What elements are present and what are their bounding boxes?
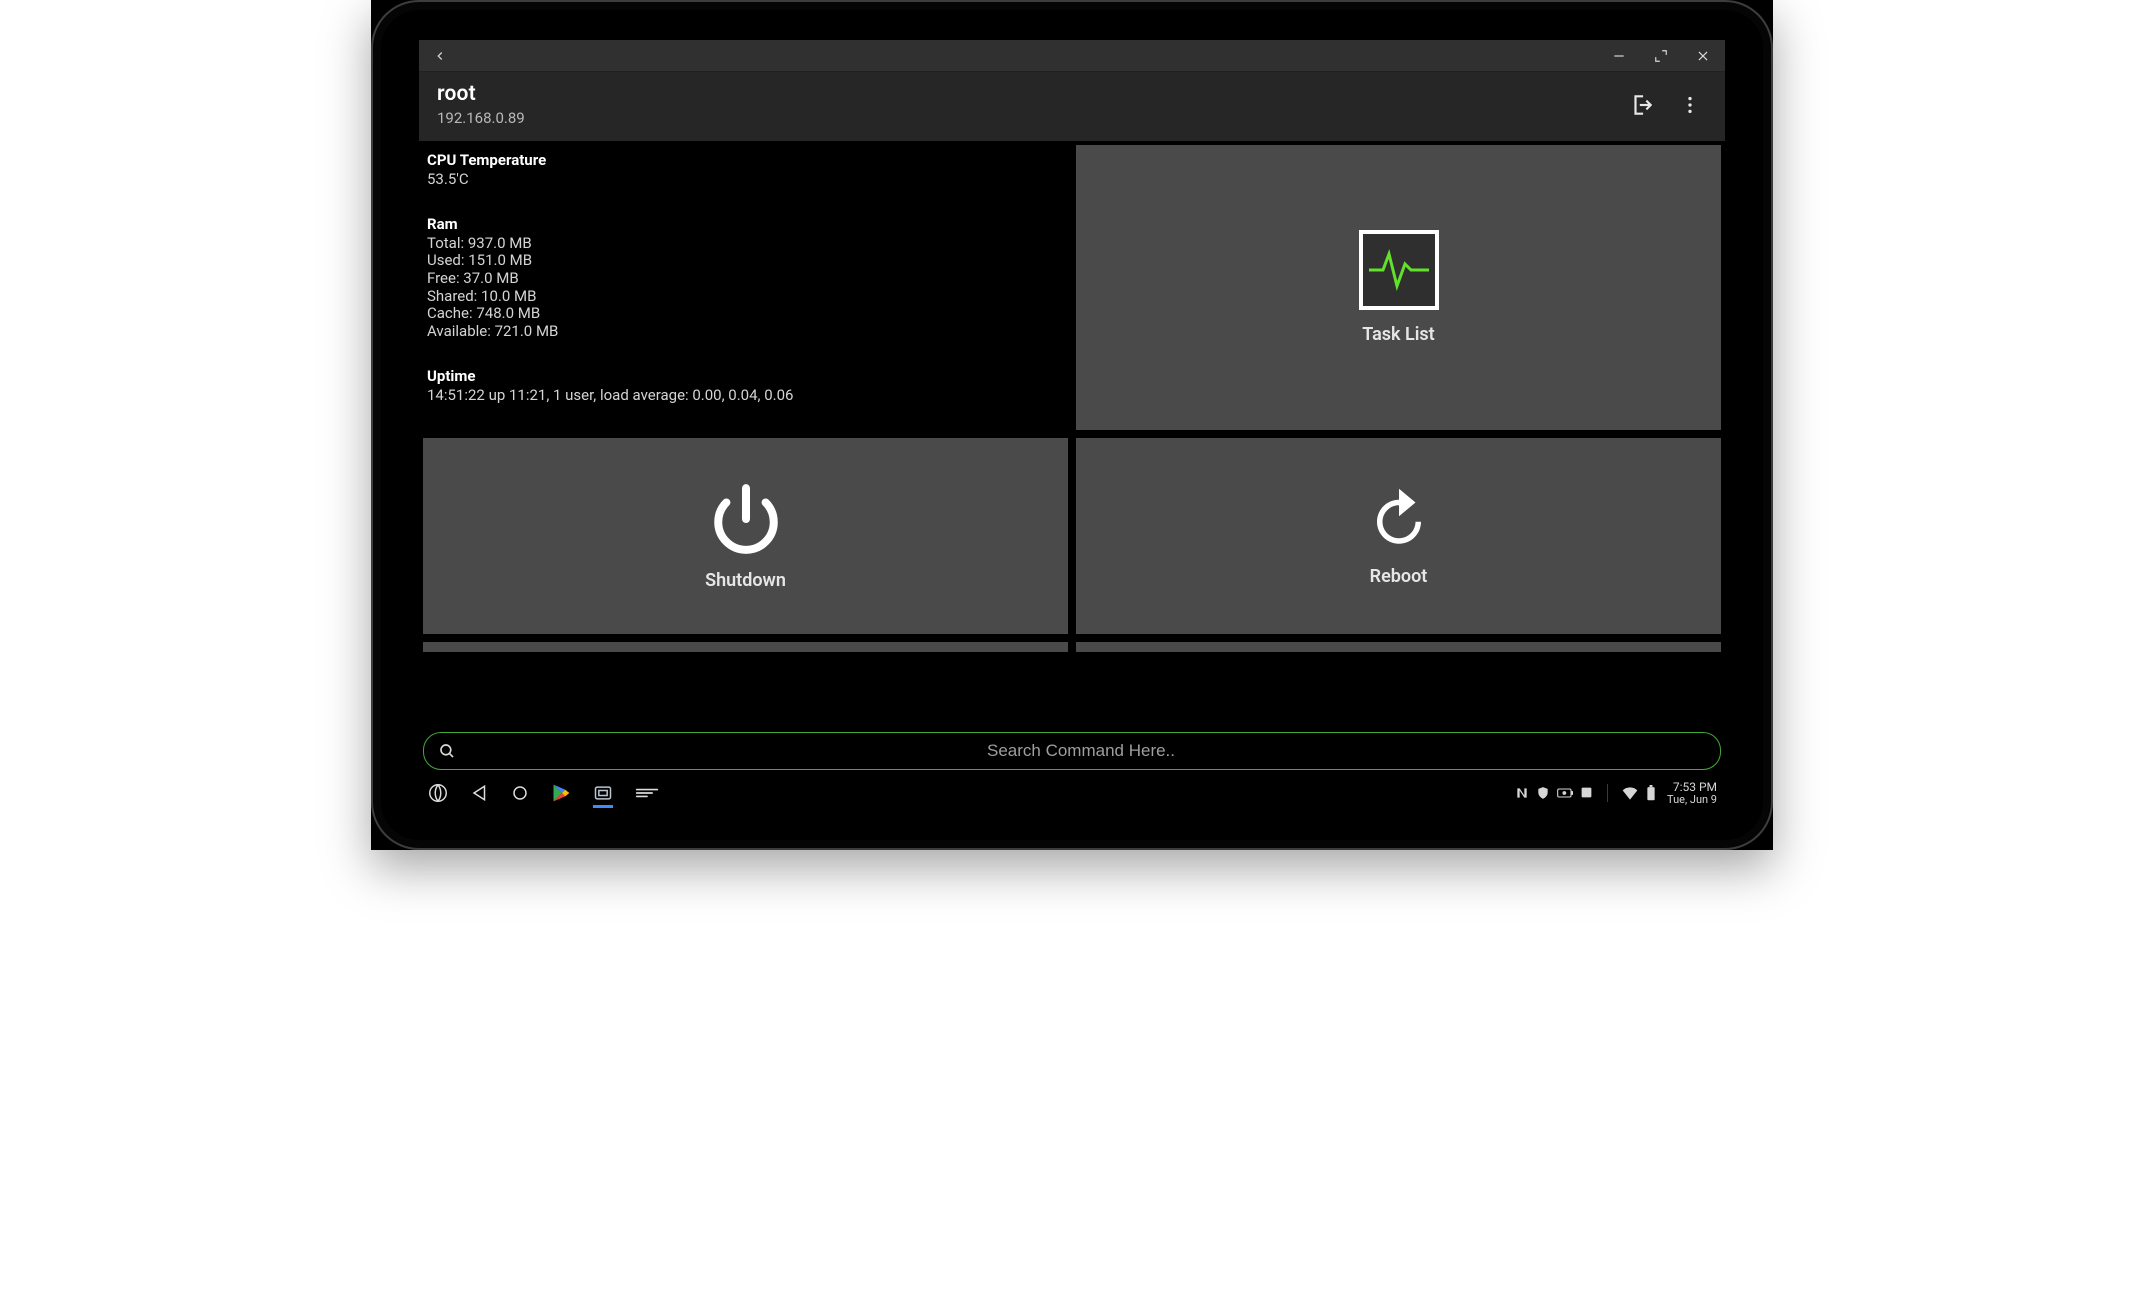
reboot-label: Reboot (1370, 566, 1428, 587)
play-store-app[interactable] (551, 783, 571, 803)
back-button[interactable] (429, 41, 451, 71)
uptime-heading: Uptime (427, 367, 1064, 385)
maximize-icon (1654, 49, 1668, 63)
system-taskbar: 7:53 PM Tue, Jun 9 (419, 776, 1725, 810)
main-content: CPU Temperature 53.5'C Ram Total: 937.0 … (419, 141, 1725, 724)
tray-separator (1607, 784, 1608, 802)
cpu-temp-value: 53.5'C (427, 171, 1064, 189)
launcher-button[interactable] (427, 782, 449, 804)
task-list-tile[interactable]: Task List (1076, 145, 1721, 430)
recents-button[interactable] (635, 785, 659, 801)
ram-total: Total: 937.0 MB (427, 235, 1064, 253)
task-list-label: Task List (1362, 324, 1434, 345)
power-icon (709, 482, 783, 556)
system-info-panel: CPU Temperature 53.5'C Ram Total: 937.0 … (423, 145, 1068, 430)
logout-button[interactable] (1623, 86, 1661, 124)
status-icons[interactable] (1622, 785, 1657, 801)
battery-icon (1645, 785, 1657, 801)
shutdown-label: Shutdown (705, 570, 786, 591)
reboot-icon (1366, 486, 1432, 552)
clock[interactable]: 7:53 PM Tue, Jun 9 (1667, 781, 1717, 805)
ram-shared: Shared: 10.0 MB (427, 288, 1064, 306)
minimize-icon (1612, 49, 1626, 63)
maximize-button[interactable] (1645, 41, 1677, 71)
logout-icon (1629, 92, 1655, 118)
clock-time: 7:53 PM (1673, 781, 1717, 794)
tray-n-icon (1515, 786, 1529, 800)
tray-battery-saver-icon (1557, 787, 1573, 799)
uptime-value: 14:51:22 up 11:21, 1 user, load average:… (427, 387, 1064, 405)
window-titlebar (419, 40, 1725, 72)
launcher-icon (427, 782, 449, 804)
more-menu-button[interactable] (1673, 88, 1707, 122)
more-vertical-icon (1679, 94, 1701, 116)
tray-app-icon (1580, 786, 1593, 799)
play-store-icon (551, 783, 571, 803)
terminal-app-icon (593, 783, 613, 803)
reboot-tile[interactable]: Reboot (1076, 438, 1721, 634)
ram-heading: Ram (427, 215, 1064, 233)
wifi-icon (1622, 786, 1638, 800)
recents-icon (635, 785, 659, 801)
searchbar[interactable] (423, 732, 1721, 770)
search-icon (438, 742, 456, 760)
tile-peek-left (423, 642, 1068, 652)
system-tray[interactable] (1515, 786, 1593, 800)
ram-used: Used: 151.0 MB (427, 252, 1064, 270)
tile-peek-right (1076, 642, 1721, 652)
searchbar-area (419, 724, 1725, 776)
page-subtitle: 192.168.0.89 (437, 109, 525, 127)
ram-cache: Cache: 748.0 MB (427, 305, 1064, 323)
shutdown-tile[interactable]: Shutdown (423, 438, 1068, 634)
search-input[interactable] (456, 741, 1706, 761)
tray-shield-icon (1536, 786, 1550, 800)
cpu-temp-heading: CPU Temperature (427, 151, 1064, 169)
nav-back-icon (471, 784, 489, 802)
close-icon (1696, 49, 1710, 63)
minimize-button[interactable] (1603, 41, 1635, 71)
page-title: root (437, 82, 525, 106)
ram-available: Available: 721.0 MB (427, 323, 1064, 341)
nav-home-icon (511, 784, 529, 802)
nav-home-button[interactable] (511, 784, 529, 802)
screen: root 192.168.0.89 (419, 40, 1725, 810)
chevron-left-icon (433, 49, 447, 63)
nav-back-button[interactable] (471, 784, 489, 802)
activity-monitor-icon (1359, 230, 1439, 310)
close-button[interactable] (1687, 41, 1719, 71)
current-app-task[interactable] (593, 783, 613, 803)
clock-date: Tue, Jun 9 (1667, 794, 1717, 806)
app-header: root 192.168.0.89 (419, 72, 1725, 141)
ram-free: Free: 37.0 MB (427, 270, 1064, 288)
